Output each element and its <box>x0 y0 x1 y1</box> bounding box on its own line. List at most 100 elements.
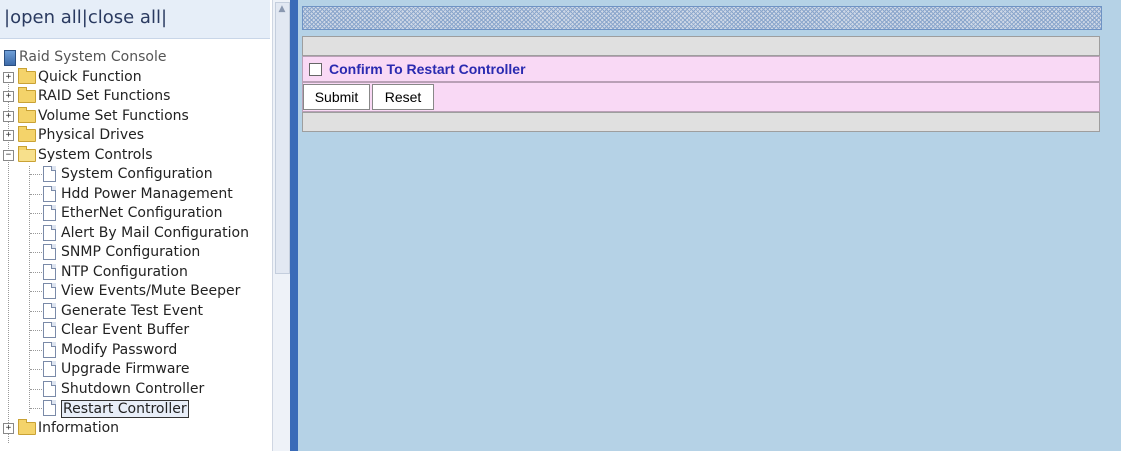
tree: Raid System Console + Quick Function + R… <box>0 48 272 443</box>
tree-folder-system-controls[interactable]: − System Controls <box>0 145 272 166</box>
button-row: Submit Reset <box>302 82 1100 112</box>
folder-label: Quick Function <box>38 68 142 85</box>
tree-item-label: Upgrade Firmware <box>61 361 190 377</box>
tree-connector <box>30 330 42 331</box>
main-frame: Confirm To Restart Controller Submit Res… <box>298 0 1121 451</box>
tree-item-label: Clear Event Buffer <box>61 322 190 338</box>
tree-item-label: Restart Controller <box>61 400 189 418</box>
tree-item[interactable]: System Configuration <box>0 165 272 185</box>
tree-item[interactable]: Alert By Mail Configuration <box>0 224 272 244</box>
tree-item[interactable]: View Events/Mute Beeper <box>0 282 272 302</box>
collapse-icon[interactable]: − <box>3 149 14 161</box>
tree-connector <box>30 271 42 273</box>
tree-item[interactable]: Modify Password <box>0 341 272 361</box>
form-footer-band <box>302 112 1100 132</box>
form-header-band <box>302 36 1100 56</box>
tree-connector <box>30 291 42 292</box>
expand-icon[interactable]: + <box>3 91 14 102</box>
tree-item[interactable]: Hdd Power Management <box>0 185 272 205</box>
document-icon <box>43 400 56 416</box>
open-close-bar: |open all|close all| <box>0 0 270 39</box>
tree-item-label: Modify Password <box>61 341 178 358</box>
document-icon <box>43 166 56 182</box>
document-icon <box>43 361 56 377</box>
folder-icon <box>18 67 36 84</box>
document-icon <box>43 185 56 202</box>
tree-folder-volume-set-functions[interactable]: + Volume Set Functions <box>0 106 272 127</box>
document-icon <box>43 302 56 319</box>
folder-label: Information <box>38 419 120 436</box>
document-icon <box>43 205 56 221</box>
tree-connector <box>30 213 42 214</box>
folder-icon <box>18 418 36 435</box>
folder-icon <box>18 87 36 103</box>
tree-item-label: EtherNet Configuration <box>61 205 223 221</box>
document-icon <box>43 224 56 241</box>
document-icon <box>43 244 56 260</box>
document-icon <box>43 380 56 397</box>
tree-folder-physical-drives[interactable]: + Physical Drives <box>0 126 272 146</box>
tree-connector <box>30 252 42 253</box>
confirm-restart-checkbox[interactable] <box>309 63 322 76</box>
tree-item-label: System Configuration <box>61 166 213 182</box>
document-icon <box>43 263 56 280</box>
tree-item[interactable]: Clear Event Buffer <box>0 321 272 341</box>
confirm-restart-label: Confirm To Restart Controller <box>329 61 526 77</box>
confirm-row: Confirm To Restart Controller <box>302 56 1100 82</box>
document-icon <box>43 341 56 358</box>
tree-folder-information[interactable]: + Information <box>0 418 272 439</box>
tree-item[interactable]: Upgrade Firmware <box>0 360 272 380</box>
restart-controller-form: Confirm To Restart Controller Submit Res… <box>302 36 1100 132</box>
tree-connector <box>30 408 42 409</box>
expand-icon[interactable]: + <box>3 130 14 141</box>
tree-item-label: Hdd Power Management <box>61 185 233 202</box>
tree-folder-raid-set-functions[interactable]: + RAID Set Functions <box>0 87 272 107</box>
tree-connector <box>30 369 42 370</box>
expand-icon[interactable]: + <box>3 110 14 122</box>
expand-icon[interactable]: + <box>3 422 14 434</box>
document-icon <box>43 283 56 299</box>
tree-connector <box>30 349 42 351</box>
folder-icon <box>18 106 36 123</box>
document-icon <box>43 322 56 338</box>
header-bar <box>302 6 1102 30</box>
tree-folder-quick-function[interactable]: + Quick Function <box>0 67 272 88</box>
tree-connector <box>30 193 42 195</box>
system-controls-items: System Configuration Hdd Power Management… <box>0 165 272 419</box>
tree-item[interactable]: SNMP Configuration <box>0 243 272 263</box>
scroll-up-icon[interactable]: ▲ <box>275 4 289 14</box>
tree-item[interactable]: NTP Configuration <box>0 263 272 283</box>
frame-divider[interactable] <box>290 0 298 451</box>
bar-suffix: | <box>160 7 168 28</box>
tree-root-label: Raid System Console <box>19 49 167 65</box>
tree-connector <box>30 232 42 234</box>
tree-item[interactable]: Generate Test Event <box>0 302 272 322</box>
tree-item-label: Shutdown Controller <box>61 380 205 397</box>
tree-item[interactable]: Shutdown Controller <box>0 380 272 400</box>
tree-root[interactable]: Raid System Console <box>0 48 272 68</box>
expand-icon[interactable]: + <box>3 71 14 83</box>
navigation-tree-frame: |open all|close all| Raid System Console… <box>0 0 290 451</box>
tree-item-label: Alert By Mail Configuration <box>61 224 249 241</box>
close-all-link[interactable]: close all <box>88 7 161 28</box>
tree-connector <box>30 174 42 175</box>
tree-item[interactable]: EtherNet Configuration <box>0 204 272 224</box>
tree-item-label: SNMP Configuration <box>61 244 201 260</box>
tree-scrollbar[interactable]: ▲ <box>272 0 290 451</box>
folder-label: System Controls <box>38 146 153 163</box>
tree-item-label: NTP Configuration <box>61 263 188 280</box>
tree-item[interactable]: Restart Controller <box>0 399 272 419</box>
tree-item-label: View Events/Mute Beeper <box>61 283 241 299</box>
submit-button[interactable]: Submit <box>303 84 370 110</box>
open-folder-icon <box>18 145 36 162</box>
console-icon <box>4 50 16 66</box>
folder-icon <box>18 126 36 142</box>
open-all-link[interactable]: open all <box>10 7 82 28</box>
tree-item-label: Generate Test Event <box>61 302 203 319</box>
scrollbar-thumb[interactable] <box>275 2 290 274</box>
folder-label: Physical Drives <box>38 127 145 143</box>
reset-button[interactable]: Reset <box>372 84 434 110</box>
tree-connector <box>30 388 42 390</box>
folder-label: Volume Set Functions <box>38 107 189 124</box>
folder-label: RAID Set Functions <box>38 88 171 104</box>
